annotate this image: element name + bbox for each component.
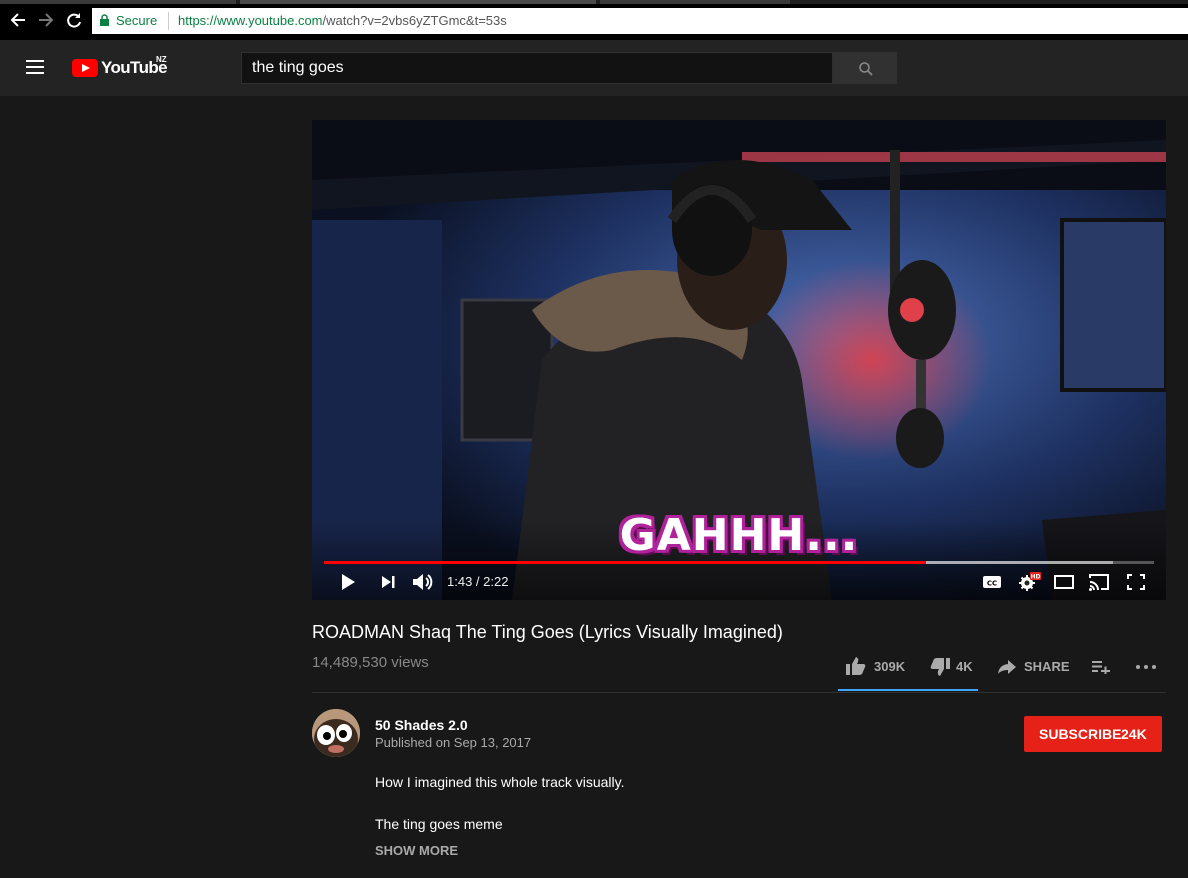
thumbs-down-icon [930, 658, 950, 676]
more-actions-button[interactable] [1136, 652, 1158, 682]
browser-tab[interactable] [0, 0, 236, 4]
cc-text: CC [987, 580, 997, 588]
description-line: How I imagined this whole track visually… [375, 774, 625, 790]
search-button[interactable] [833, 52, 897, 84]
video-player[interactable]: GAHHH... 1:43 / 2:22 CC HD [312, 120, 1166, 600]
share-button[interactable]: SHARE [996, 652, 1076, 682]
description-line: The ting goes meme [375, 816, 503, 832]
search-icon [859, 62, 873, 76]
url-path: /watch?v=2vbs6yZTGmc&t=53s [322, 13, 507, 28]
video-title: ROADMAN Shaq The Ting Goes (Lyrics Visua… [312, 622, 783, 642]
youtube-masthead: YouTube NZ [0, 40, 1188, 96]
browser-toolbar: Secure https://www.youtube.com/watch?v=2… [0, 0, 1188, 40]
progress-played [324, 561, 927, 564]
back-arrow-icon[interactable] [8, 10, 28, 30]
address-bar[interactable]: Secure https://www.youtube.com/watch?v=2… [92, 8, 1188, 34]
fullscreen-icon[interactable] [1127, 572, 1145, 592]
search-input[interactable] [242, 53, 832, 83]
captions-icon[interactable]: CC [982, 572, 1002, 592]
next-icon[interactable] [380, 572, 396, 592]
youtube-play-icon [72, 59, 98, 77]
publish-date: Published on Sep 13, 2017 [375, 735, 532, 750]
address-separator [168, 12, 169, 30]
channel-avatar[interactable] [312, 709, 360, 757]
video-actions: 309K 4K SHARE [838, 652, 1168, 682]
secure-label: Secure [116, 13, 158, 28]
volume-icon[interactable] [412, 572, 434, 592]
share-icon [998, 660, 1016, 674]
time-display: 1:43 / 2:22 [447, 574, 509, 589]
section-divider [312, 692, 1166, 693]
theater-mode-icon[interactable] [1054, 572, 1074, 592]
settings-gear-icon[interactable]: HD [1018, 572, 1042, 592]
lock-icon [100, 14, 109, 26]
sentiment-bar [838, 689, 978, 691]
playlist-add-icon [1092, 661, 1110, 674]
forward-arrow-icon[interactable] [36, 10, 56, 30]
browser-tab-active[interactable] [240, 0, 596, 4]
cast-icon[interactable] [1088, 572, 1110, 592]
dislike-count: 4K [956, 659, 973, 674]
channel-name[interactable]: 50 Shades 2.0 [375, 717, 468, 733]
like-count: 309K [874, 659, 906, 674]
progress-bar[interactable] [324, 561, 1154, 564]
share-label: SHARE [1024, 659, 1070, 674]
search-box [241, 52, 833, 84]
subscribe-button[interactable]: SUBSCRIBE 24K [1024, 716, 1162, 752]
avatar-image [312, 709, 360, 757]
country-code: NZ [156, 55, 167, 64]
more-dots-icon [1136, 665, 1156, 669]
video-overlay-caption: GAHHH... [619, 510, 859, 561]
subscribe-label: SUBSCRIBE [1039, 726, 1122, 742]
subscriber-count: 24K [1121, 726, 1147, 742]
thumbs-up-icon [846, 657, 866, 675]
menu-icon[interactable] [26, 60, 46, 76]
url-prefix: https://www.youtube.com [178, 13, 323, 28]
view-count: 14,489,530 views [312, 654, 429, 671]
browser-tab[interactable] [600, 0, 790, 4]
like-button[interactable]: 309K [844, 652, 910, 682]
add-to-playlist-button[interactable] [1090, 652, 1112, 682]
show-more-button[interactable]: SHOW MORE [375, 843, 458, 858]
hd-badge: HD [1030, 574, 1040, 581]
tab-strip [0, 0, 1188, 4]
reload-icon[interactable] [64, 10, 84, 30]
play-icon[interactable] [340, 572, 356, 592]
dislike-button[interactable]: 4K [928, 652, 978, 682]
url-text[interactable]: https://www.youtube.com/watch?v=2vbs6yZT… [178, 13, 507, 28]
